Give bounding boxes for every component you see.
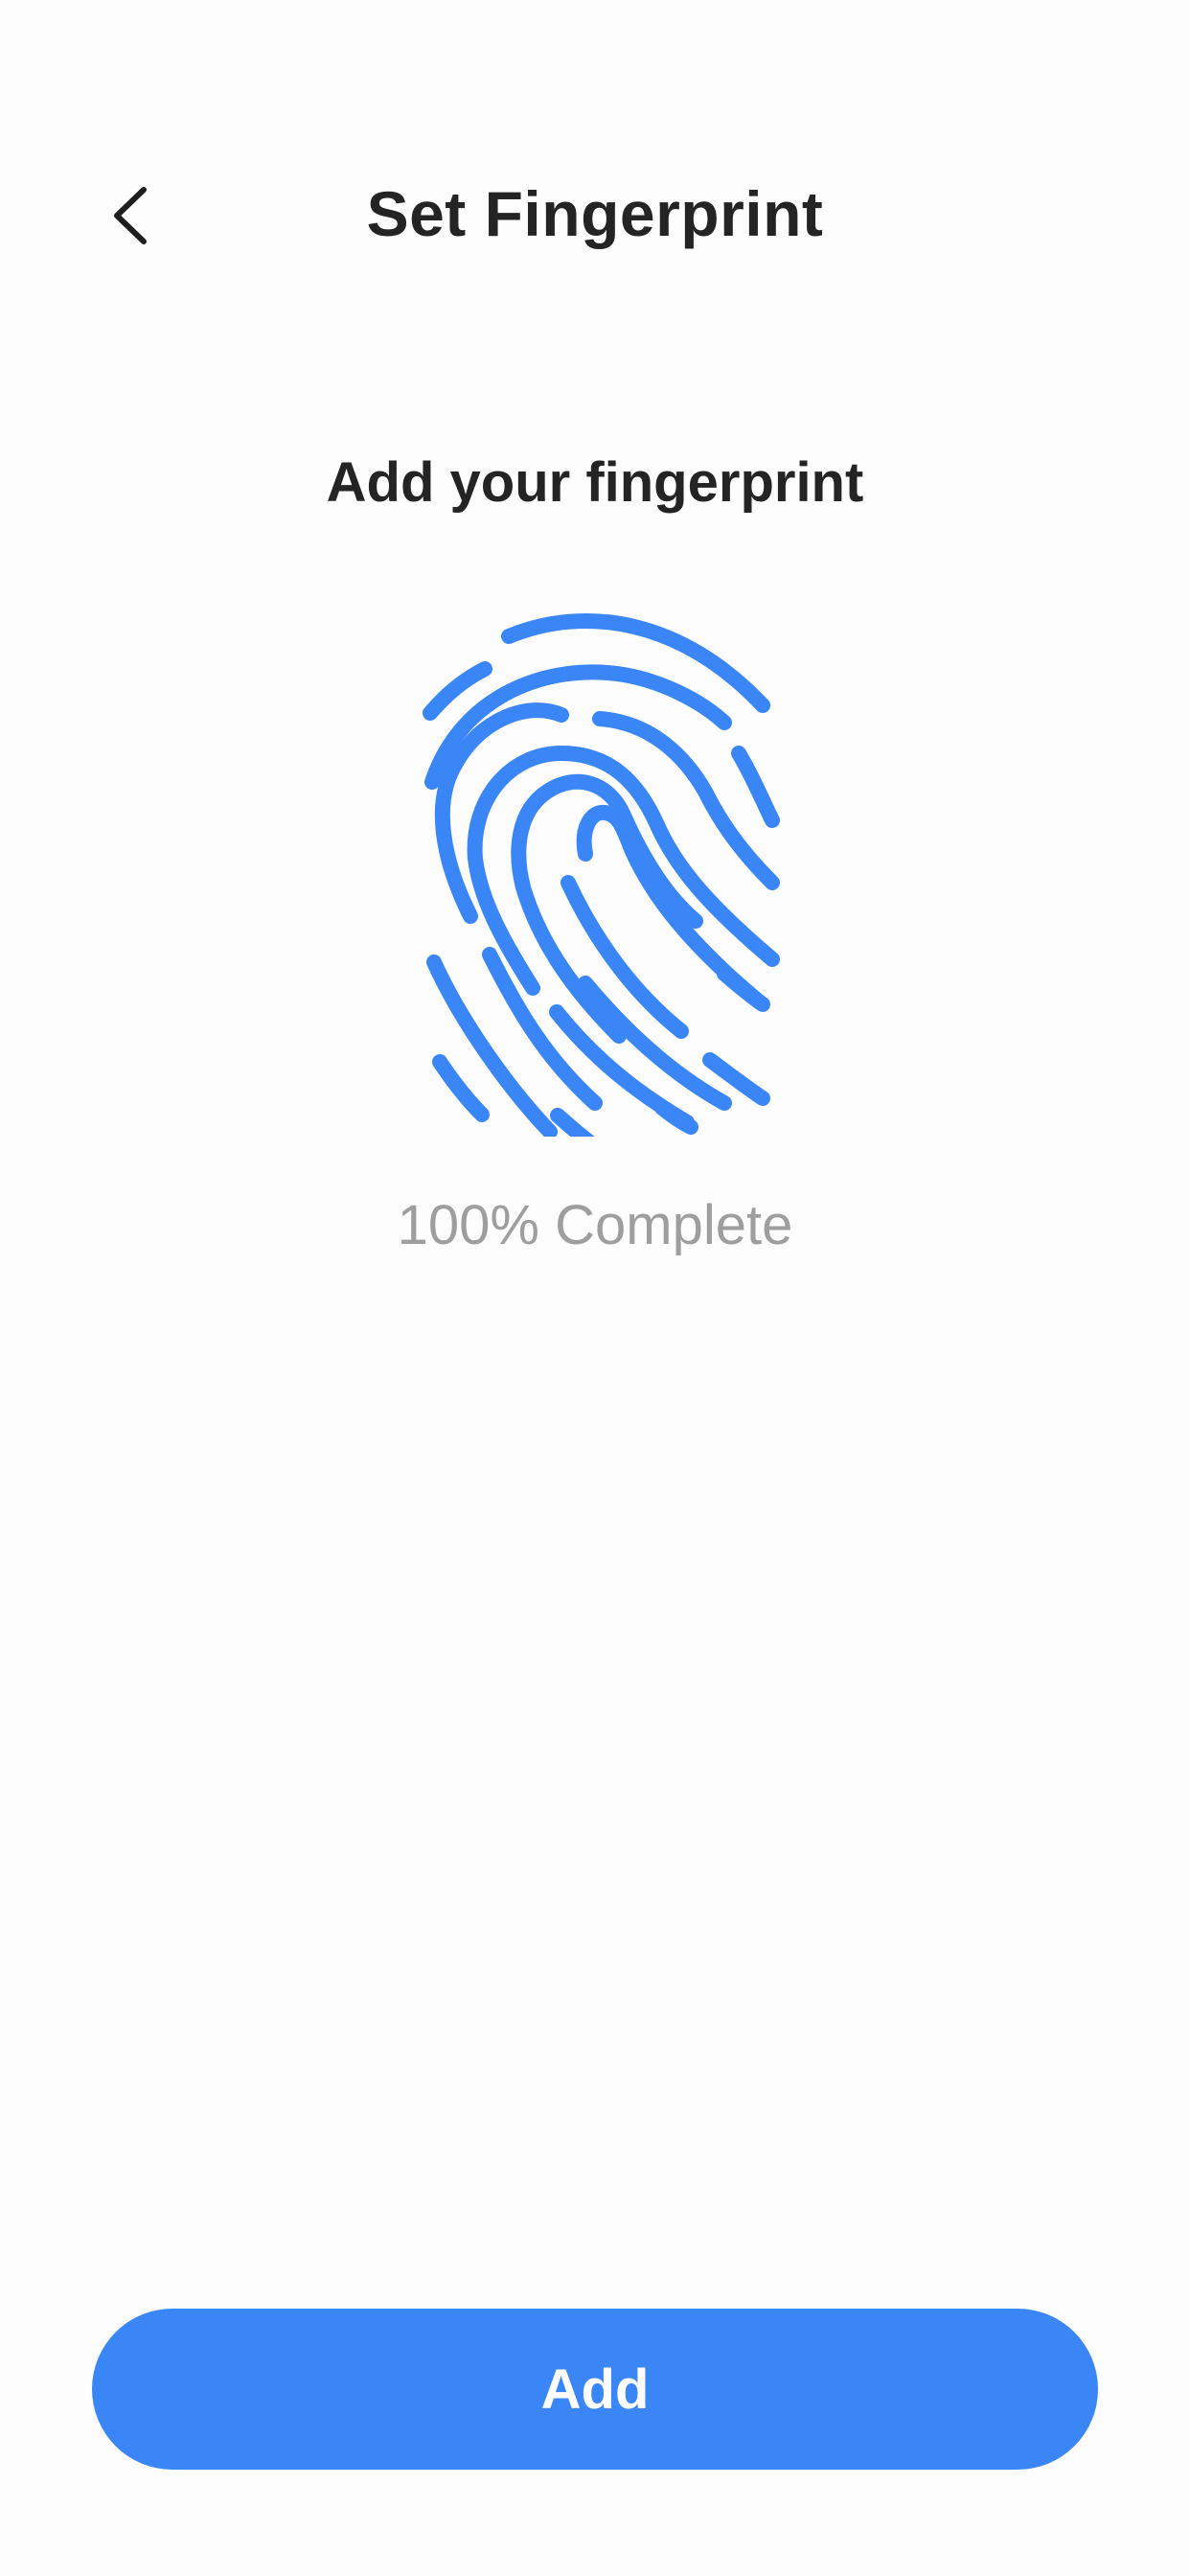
fingerprint-icon: [423, 613, 780, 1137]
add-button[interactable]: Add: [92, 2309, 1098, 2470]
progress-status: 100% Complete: [397, 1194, 793, 1256]
page-title: Set Fingerprint: [366, 178, 824, 249]
fingerprint-instruction: Add your fingerprint: [326, 451, 864, 514]
